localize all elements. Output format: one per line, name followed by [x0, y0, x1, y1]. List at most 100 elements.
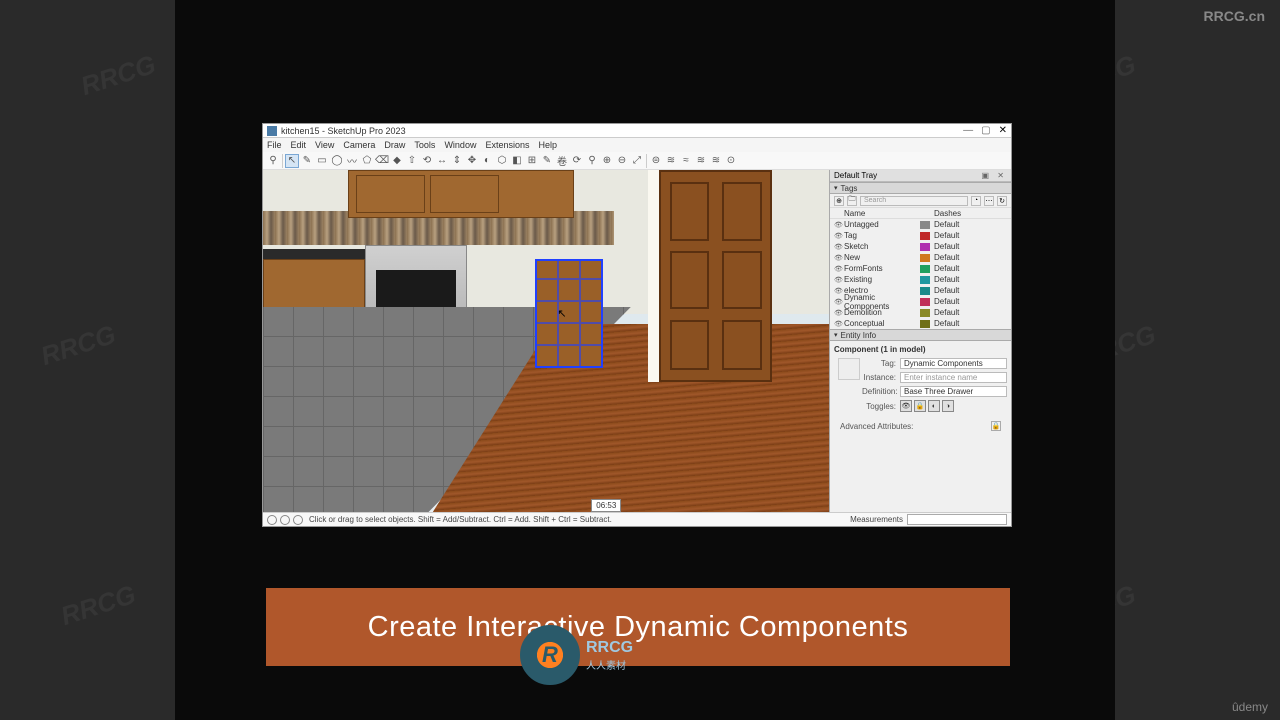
tag-row[interactable]: 👁SketchDefault [830, 241, 1011, 252]
tag-color-swatch[interactable] [920, 309, 930, 317]
tag-color-swatch[interactable] [920, 243, 930, 251]
tag-color-swatch[interactable] [920, 221, 930, 229]
tag-dash-style[interactable]: Default [934, 253, 959, 262]
tag-color-swatch[interactable] [920, 276, 930, 284]
tag-color-swatch[interactable] [920, 287, 930, 295]
tool-circle-icon[interactable]: ◯ [330, 154, 344, 168]
tray-buttons[interactable]: ▣ ✕ [982, 171, 1007, 180]
visibility-icon[interactable]: 👁 [834, 243, 844, 251]
tool-rect-icon[interactable]: ▭ [315, 154, 329, 168]
tag-row[interactable]: 👁ConceptualDefault [830, 318, 1011, 329]
tool-search-icon[interactable]: ⚲ [266, 154, 280, 168]
tag-search-input[interactable]: Search [860, 196, 968, 206]
title-bar[interactable]: kitchen15 - SketchUp Pro 2023 — ▢ ✕ [263, 124, 1011, 138]
close-button[interactable]: ✕ [999, 125, 1007, 136]
tool-3dtext-icon[interactable]: ✎ [540, 154, 554, 168]
tool-line-icon[interactable]: ✎ [300, 154, 314, 168]
visibility-icon[interactable]: 👁 [834, 287, 844, 295]
menu-extensions[interactable]: Extensions [485, 140, 529, 150]
minimize-button[interactable]: — [963, 125, 973, 136]
selected-component[interactable] [535, 259, 603, 368]
tag-dropdown[interactable]: Dynamic Components [900, 358, 1007, 369]
tag-dash-style[interactable]: Default [934, 297, 959, 306]
visibility-icon[interactable]: 👁 [834, 276, 844, 284]
menu-help[interactable]: Help [538, 140, 557, 150]
tag-refresh-icon[interactable]: ↻ [997, 196, 1007, 206]
toggle-hidden-icon[interactable]: 👁 [900, 400, 912, 412]
tool-tape-icon[interactable]: ⬡ [495, 154, 509, 168]
maximize-button[interactable]: ▢ [981, 125, 990, 136]
tool-dim-icon[interactable]: ⊞ [525, 154, 539, 168]
entity-panel-header[interactable]: Entity Info [830, 329, 1011, 341]
visibility-icon[interactable]: 👁 [834, 265, 844, 273]
menu-draw[interactable]: Draw [384, 140, 405, 150]
tag-dash-style[interactable]: Default [934, 242, 959, 251]
tool-zoomin-icon[interactable]: ⊕ [600, 154, 614, 168]
menu-window[interactable]: Window [444, 140, 476, 150]
status-icon[interactable] [280, 515, 290, 525]
tag-row[interactable]: 👁ExistingDefault [830, 274, 1011, 285]
tool-zoomext-icon[interactable]: ⤢ [630, 154, 644, 168]
tag-color-swatch[interactable] [920, 265, 930, 273]
tag-row[interactable]: 👁TagDefault [830, 230, 1011, 241]
toggle-lock-icon[interactable]: 🔒 [914, 400, 926, 412]
tool-section-icon[interactable]: 卷 [555, 154, 569, 168]
advanced-attributes[interactable]: Advanced Attributes: 🔒 [834, 415, 1007, 437]
menu-camera[interactable]: Camera [343, 140, 375, 150]
tag-row[interactable]: 👁FormFontsDefault [830, 263, 1011, 274]
tool-rotate-icon[interactable]: ⟲ [420, 154, 434, 168]
visibility-icon[interactable]: 👁 [834, 254, 844, 262]
toggle-cast-icon[interactable]: ◑ [942, 400, 954, 412]
tool-warehouse-icon[interactable]: ⊜ [649, 154, 663, 168]
instance-input[interactable]: Enter instance name [900, 372, 1007, 383]
visibility-icon[interactable]: 👁 [834, 232, 844, 240]
menu-tools[interactable]: Tools [414, 140, 435, 150]
tag-dash-style[interactable]: Default [934, 220, 959, 229]
tag-dash-style[interactable]: Default [934, 319, 959, 328]
tag-color-swatch[interactable] [920, 320, 930, 328]
tag-row[interactable]: 👁DemolitionDefault [830, 307, 1011, 318]
visibility-icon[interactable]: 👁 [834, 298, 844, 306]
tool-user-icon[interactable]: ⊙ [724, 154, 738, 168]
tool-arc-icon[interactable]: 〰 [345, 154, 359, 168]
menu-file[interactable]: File [267, 140, 282, 150]
tool-styles-icon[interactable]: ≋ [694, 154, 708, 168]
tool-scale-icon[interactable]: ⇕ [450, 154, 464, 168]
tool-zoomout-icon[interactable]: ⊖ [615, 154, 629, 168]
menu-edit[interactable]: Edit [291, 140, 307, 150]
tag-row[interactable]: 👁NewDefault [830, 252, 1011, 263]
tag-folder-icon[interactable]: 🗀 [847, 196, 857, 206]
tool-select-icon[interactable]: ↖ [285, 154, 299, 168]
tool-pan-icon[interactable]: ⚲ [585, 154, 599, 168]
tool-followme-icon[interactable]: ◐ [480, 154, 494, 168]
tool-paint-icon[interactable]: ◆ [390, 154, 404, 168]
tool-ext-icon[interactable]: ≋ [664, 154, 678, 168]
menu-view[interactable]: View [315, 140, 334, 150]
visibility-icon[interactable]: 👁 [834, 221, 844, 229]
add-tag-icon[interactable]: ⊕ [834, 196, 844, 206]
visibility-icon[interactable]: 👁 [834, 320, 844, 328]
tool-xray-icon[interactable]: ≋ [709, 154, 723, 168]
visibility-icon[interactable]: 👁 [834, 309, 844, 317]
tags-panel-header[interactable]: Tags [830, 182, 1011, 194]
adv-attr-lock-icon[interactable]: 🔒 [991, 421, 1001, 431]
tag-dash-style[interactable]: Default [934, 264, 959, 273]
toggle-shadow-icon[interactable]: ◐ [928, 400, 940, 412]
measurements-input[interactable] [907, 514, 1007, 525]
tag-color-swatch[interactable] [920, 298, 930, 306]
status-icon[interactable] [267, 515, 277, 525]
tag-row[interactable]: 👁Dynamic ComponentsDefault [830, 296, 1011, 307]
tag-dash-style[interactable]: Default [934, 308, 959, 317]
tool-move-icon[interactable]: ↔ [435, 154, 449, 168]
tag-color-swatch[interactable] [920, 232, 930, 240]
tool-layers-icon[interactable]: ≈ [679, 154, 693, 168]
tray-header[interactable]: Default Tray ▣ ✕ [830, 170, 1011, 182]
viewport-3d[interactable]: ↖ 06:53 [263, 170, 829, 512]
tag-dash-style[interactable]: Default [934, 231, 959, 240]
tool-pushpull-icon[interactable]: ⇧ [405, 154, 419, 168]
tags-name-col[interactable]: Name [844, 209, 934, 218]
tool-text-icon[interactable]: ◧ [510, 154, 524, 168]
tool-eraser-icon[interactable]: ⌫ [375, 154, 389, 168]
status-icon[interactable] [293, 515, 303, 525]
tool-offset-icon[interactable]: ✥ [465, 154, 479, 168]
